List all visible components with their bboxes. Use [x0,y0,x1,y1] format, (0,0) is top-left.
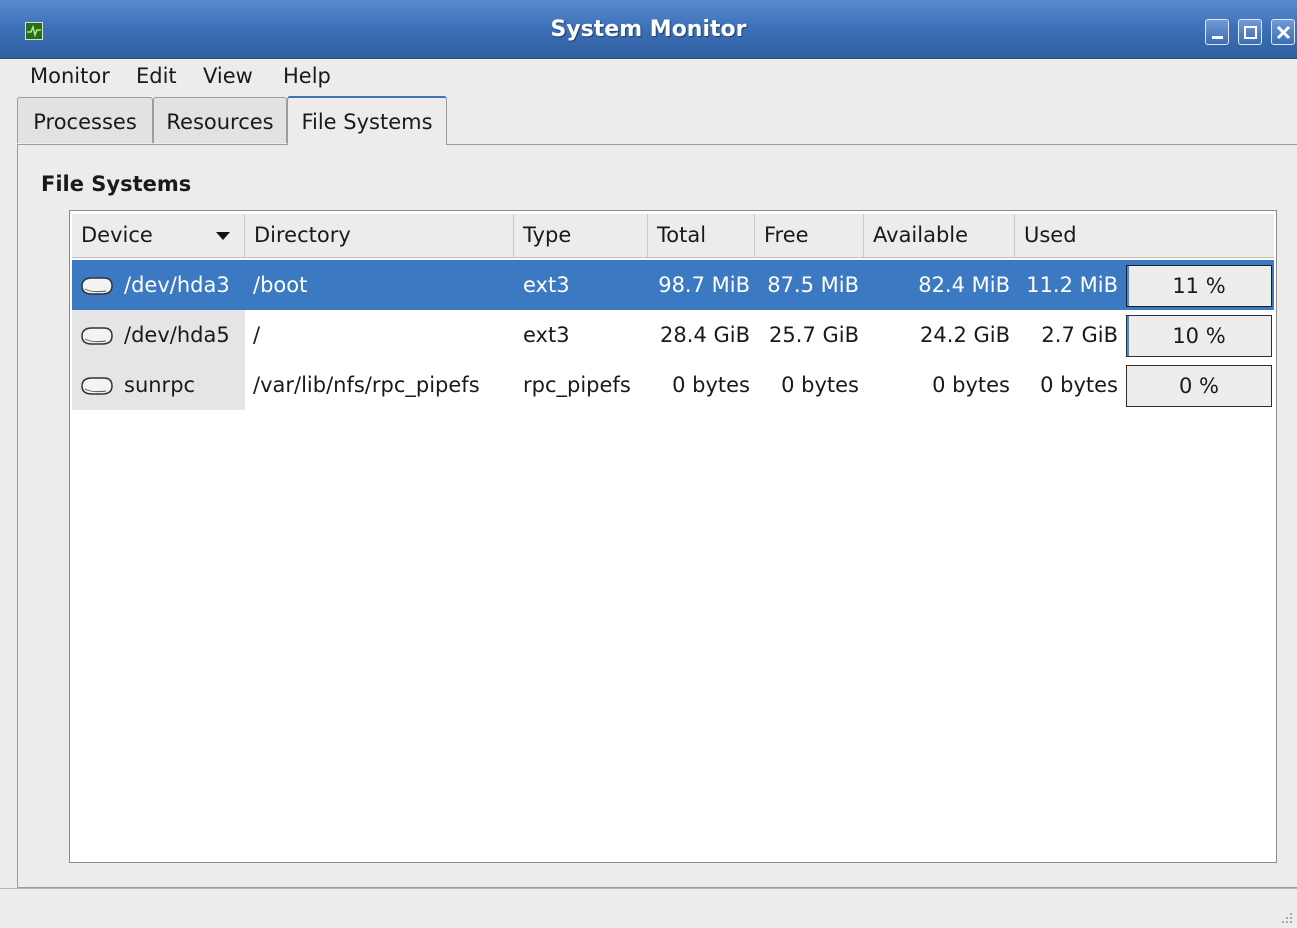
usage-percent: 11 % [1172,274,1226,298]
section-title: File Systems [41,172,192,196]
column-header-label: Used [1024,223,1077,247]
free-cell: 0 bytes [781,373,859,397]
column-header-label: Free [764,223,809,247]
column-header-available[interactable]: Available [864,214,1015,257]
type-cell: rpc_pipefs [523,373,631,397]
table-row[interactable]: sunrpc /var/lib/nfs/rpc_pipefs rpc_pipef… [72,360,1274,410]
type-cell: ext3 [523,323,570,347]
free-cell: 87.5 MiB [767,273,859,297]
device-cell: /dev/hda5 [124,323,230,347]
directory-cell: / [253,323,261,347]
column-header-label: Type [523,223,572,247]
status-bar-separator [0,888,1297,889]
resize-grip-icon[interactable] [1281,912,1293,924]
type-cell: ext3 [523,273,570,297]
device-cell: /dev/hda3 [124,273,230,297]
tab-file-systems[interactable]: File Systems [287,96,447,145]
available-cell: 24.2 GiB [920,323,1010,347]
menu-view[interactable]: View [203,64,253,88]
column-header-label: Device [81,223,153,247]
window-title: System Monitor [550,17,747,42]
column-header-total[interactable]: Total [648,214,755,257]
column-header-directory[interactable]: Directory [245,214,514,257]
free-cell: 25.7 GiB [769,323,859,347]
used-cell: 11.2 MiB [1026,273,1118,297]
maximize-button[interactable] [1238,19,1262,45]
menu-bar: Monitor Edit View Help [0,58,1297,94]
available-cell: 82.4 MiB [918,273,1010,297]
table-row[interactable]: /dev/hda5 / ext3 28.4 GiB 25.7 GiB 24.2 … [72,310,1274,360]
column-header-label: Total [657,223,707,247]
hard-disk-icon [81,277,113,295]
device-cell: sunrpc [124,373,196,397]
total-cell: 98.7 MiB [658,273,750,297]
column-header-free[interactable]: Free [755,214,864,257]
close-icon [1276,25,1291,40]
used-cell: 2.7 GiB [1041,323,1118,347]
menu-help[interactable]: Help [283,64,331,88]
usage-bar: 10 % [1126,315,1272,357]
column-header-used[interactable]: Used [1015,214,1274,257]
directory-cell: /var/lib/nfs/rpc_pipefs [253,373,480,397]
maximize-icon [1244,26,1257,39]
column-header-device[interactable]: Device [72,214,245,257]
usage-bar: 11 % [1126,265,1272,307]
total-cell: 0 bytes [672,373,750,397]
tab-processes[interactable]: Processes [17,97,153,143]
menu-monitor[interactable]: Monitor [30,64,110,88]
column-header-label: Available [873,223,969,247]
table-header: Device Directory Type Total Free Availab… [72,214,1274,258]
column-header-label: Directory [254,223,351,247]
menu-edit[interactable]: Edit [136,64,177,88]
minimize-icon [1212,36,1223,39]
close-button[interactable] [1271,19,1295,45]
column-header-type[interactable]: Type [514,214,648,257]
used-cell: 0 bytes [1040,373,1118,397]
available-cell: 0 bytes [932,373,1010,397]
sort-descending-icon [216,232,230,240]
total-cell: 28.4 GiB [660,323,750,347]
title-bar[interactable]: System Monitor [0,0,1297,59]
directory-cell: /boot [253,273,308,297]
tab-resources[interactable]: Resources [153,97,287,143]
hard-disk-icon [81,377,113,395]
minimize-button[interactable] [1205,19,1229,45]
usage-percent: 0 % [1179,374,1219,398]
table-row[interactable]: /dev/hda3 /boot ext3 98.7 MiB 87.5 MiB 8… [72,260,1274,310]
usage-percent: 10 % [1172,324,1226,348]
usage-bar: 0 % [1126,365,1272,407]
hard-disk-icon [81,327,113,345]
